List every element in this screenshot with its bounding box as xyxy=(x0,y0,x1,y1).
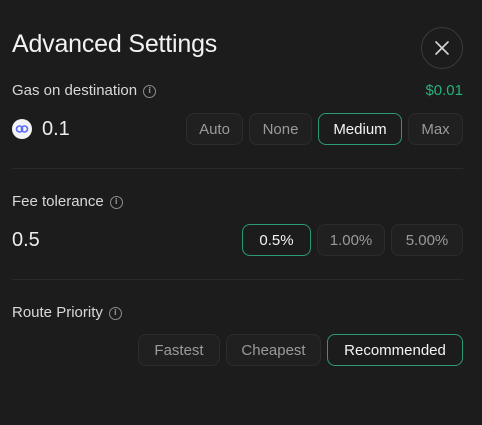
gas-section-label: Gas on destination i xyxy=(12,82,157,100)
info-icon[interactable]: i xyxy=(143,84,157,98)
gas-label: Gas on destination xyxy=(12,82,138,99)
info-icon[interactable]: i xyxy=(108,306,122,320)
gas-option-none[interactable]: None xyxy=(249,113,312,145)
gas-value: 0.1 xyxy=(42,118,70,140)
gas-value-row: 0.1 xyxy=(12,117,70,141)
gas-option-medium[interactable]: Medium xyxy=(318,113,402,145)
fee-value-row: 0.5 xyxy=(12,228,40,252)
fee-value: 0.5 xyxy=(12,229,40,251)
gas-cost: $0.01 xyxy=(425,82,463,99)
advanced-settings-panel: Advanced Settings Gas on destination i $… xyxy=(0,0,482,425)
fee-options: 0.5% 1.00% 5.00% xyxy=(242,224,463,256)
close-button[interactable] xyxy=(421,27,463,69)
page-title: Advanced Settings xyxy=(12,30,218,58)
route-option-cheapest[interactable]: Cheapest xyxy=(226,334,321,366)
info-icon[interactable]: i xyxy=(109,195,123,209)
route-option-fastest[interactable]: Fastest xyxy=(138,334,220,366)
link-token-icon xyxy=(12,119,32,139)
gas-options: Auto None Medium Max xyxy=(186,113,463,145)
fee-option-0-5[interactable]: 0.5% xyxy=(242,224,311,256)
fee-option-1[interactable]: 1.00% xyxy=(317,224,385,256)
gas-option-max[interactable]: Max xyxy=(408,113,463,145)
fee-option-5[interactable]: 5.00% xyxy=(391,224,463,256)
route-options: Fastest Cheapest Recommended xyxy=(138,334,463,366)
divider xyxy=(12,168,463,169)
route-section-label: Route Priority i xyxy=(12,304,122,322)
route-label: Route Priority xyxy=(12,304,103,321)
gas-option-auto[interactable]: Auto xyxy=(186,113,243,145)
fee-section-label: Fee tolerance i xyxy=(12,193,123,211)
divider xyxy=(12,279,463,280)
route-option-recommended[interactable]: Recommended xyxy=(327,334,463,366)
close-icon xyxy=(435,41,449,55)
fee-label: Fee tolerance xyxy=(12,193,104,210)
